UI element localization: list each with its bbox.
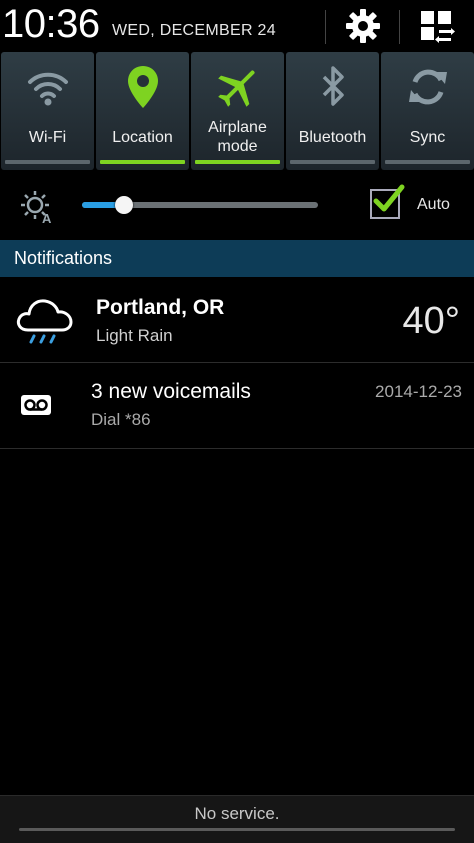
voicemail-date: 2014-12-23 xyxy=(375,382,462,401)
carrier-status: No service. xyxy=(194,804,280,823)
brightness-thumb[interactable] xyxy=(115,196,134,214)
notifications-title: Notifications xyxy=(14,248,113,268)
weather-temperature: 40° xyxy=(402,300,460,342)
rain-cloud-icon xyxy=(14,292,76,348)
wifi-icon xyxy=(1,64,94,110)
auto-brightness-checkbox[interactable] xyxy=(370,184,405,219)
quick-settings: Wi-Fi Location Airplane mode Bluetooth S… xyxy=(0,52,474,172)
toggle-label: Bluetooth xyxy=(298,129,367,146)
toggle-indicator xyxy=(290,160,375,164)
toggle-label: Sync xyxy=(409,129,446,146)
voicemail-title: 3 new voicemails xyxy=(91,380,251,403)
toggle-sync[interactable]: Sync xyxy=(381,52,474,170)
toggle-indicator xyxy=(195,160,280,164)
drag-handle[interactable] xyxy=(19,828,455,831)
toggle-indicator xyxy=(5,160,90,164)
divider xyxy=(325,10,326,44)
weather-city: Portland, OR xyxy=(96,296,225,319)
grid-edit-icon[interactable] xyxy=(417,6,457,46)
toggle-indicator xyxy=(100,160,185,164)
brightness-slider[interactable] xyxy=(82,196,318,214)
svg-text:A: A xyxy=(42,211,52,224)
brightness-row: A Auto xyxy=(0,178,474,236)
toggle-location[interactable]: Location xyxy=(96,52,189,170)
notifications-header: Notifications xyxy=(0,240,474,277)
voicemail-icon xyxy=(20,392,52,418)
auto-brightness-label: Auto xyxy=(417,196,450,213)
toggle-label: Wi-Fi xyxy=(28,129,67,146)
weather-notification[interactable]: Portland, OR Light Rain 40° xyxy=(0,278,474,363)
toggle-indicator xyxy=(385,160,470,164)
toggle-wifi[interactable]: Wi-Fi xyxy=(1,52,94,170)
toggle-bluetooth[interactable]: Bluetooth xyxy=(286,52,379,170)
auto-brightness-icon: A xyxy=(20,190,54,226)
divider xyxy=(399,10,400,44)
status-header: 10:36 WED, DECEMBER 24 xyxy=(0,0,474,50)
clock: 10:36 xyxy=(2,2,100,46)
gear-icon[interactable] xyxy=(343,6,383,46)
toggle-airplane-mode[interactable]: Airplane mode xyxy=(191,52,284,170)
airplane-icon xyxy=(191,64,284,110)
voicemail-notification[interactable]: 3 new voicemails Dial *86 2014-12-23 xyxy=(0,364,474,449)
sync-icon xyxy=(381,64,474,110)
bluetooth-icon xyxy=(286,64,379,110)
date: WED, DECEMBER 24 xyxy=(112,22,276,39)
weather-condition: Light Rain xyxy=(96,326,173,345)
carrier-status-bar: No service. xyxy=(0,795,474,843)
location-pin-icon xyxy=(96,64,189,110)
toggle-label: Location xyxy=(112,129,173,146)
toggle-label: Airplane mode xyxy=(208,119,267,155)
voicemail-subtitle: Dial *86 xyxy=(91,410,151,429)
